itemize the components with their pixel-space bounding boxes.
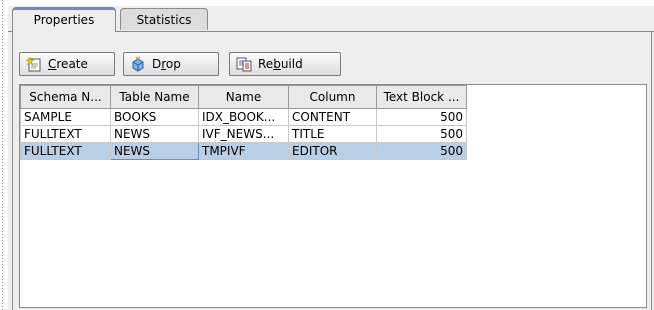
- index-table-container[interactable]: Schema N... Table Name Name Column Text …: [19, 84, 647, 308]
- rebuild-label-mnemonic: b: [273, 57, 281, 71]
- tab-bar: Properties Statistics: [8, 6, 654, 32]
- cell-name: TMPIVF: [198, 142, 289, 160]
- create-label: Create: [48, 57, 88, 71]
- splitter-grip[interactable]: [0, 0, 5, 310]
- create-button[interactable]: Create: [19, 52, 115, 76]
- cell-table-name: NEWS: [110, 125, 199, 143]
- rebuild-button[interactable]: Rebuild: [229, 52, 341, 76]
- cell-table-name: NEWS: [110, 142, 199, 160]
- tab-properties[interactable]: Properties: [12, 7, 116, 32]
- column-header-text-block[interactable]: Text Block ...: [376, 85, 467, 109]
- rebuild-label-rest: uild: [280, 57, 303, 71]
- drop-icon: [130, 56, 146, 72]
- cell-schema: FULLTEXT: [20, 142, 111, 160]
- drop-label: Drop: [152, 57, 181, 71]
- create-label-rest: reate: [56, 57, 88, 71]
- rebuild-icon: [236, 56, 252, 72]
- cell-text-block: 500: [376, 125, 467, 143]
- cell-schema: FULLTEXT: [20, 125, 111, 143]
- cell-name: IVF_NEWS...: [198, 125, 289, 143]
- tab-content: Create Drop Rebuild Schema N... Table Na…: [12, 32, 652, 310]
- cell-text-block: 500: [376, 108, 467, 126]
- cell-text-block: 500: [376, 142, 467, 160]
- index-table: Schema N... Table Name Name Column Text …: [20, 85, 467, 160]
- drop-label-rest: op: [165, 57, 181, 71]
- cell-column: TITLE: [288, 125, 377, 143]
- column-header-schema[interactable]: Schema N...: [20, 85, 111, 109]
- column-header-name[interactable]: Name: [198, 85, 289, 109]
- table-row[interactable]: FULLTEXT NEWS IVF_NEWS... TITLE 500: [20, 125, 467, 143]
- rebuild-label: Rebuild: [258, 57, 303, 71]
- drop-button[interactable]: Drop: [123, 52, 219, 76]
- cell-column: EDITOR: [288, 142, 377, 160]
- create-icon: [25, 56, 42, 72]
- table-row-selected[interactable]: FULLTEXT NEWS TMPIVF EDITOR 500: [20, 142, 467, 160]
- properties-panel: Properties Statistics Create Drop Rebuil…: [8, 6, 654, 310]
- tab-statistics[interactable]: Statistics: [120, 8, 208, 30]
- cell-name: IDX_BOOK...: [198, 108, 289, 126]
- table-header-row: Schema N... Table Name Name Column Text …: [20, 85, 467, 109]
- column-header-table-name[interactable]: Table Name: [110, 85, 199, 109]
- column-header-column[interactable]: Column: [288, 85, 377, 109]
- table-row[interactable]: SAMPLE BOOKS IDX_BOOK... CONTENT 500: [20, 108, 467, 126]
- cell-schema: SAMPLE: [20, 108, 111, 126]
- cell-column: CONTENT: [288, 108, 377, 126]
- drop-label-prefix: D: [152, 57, 162, 71]
- rebuild-label-prefix: Re: [258, 57, 274, 71]
- cell-table-name: BOOKS: [110, 108, 199, 126]
